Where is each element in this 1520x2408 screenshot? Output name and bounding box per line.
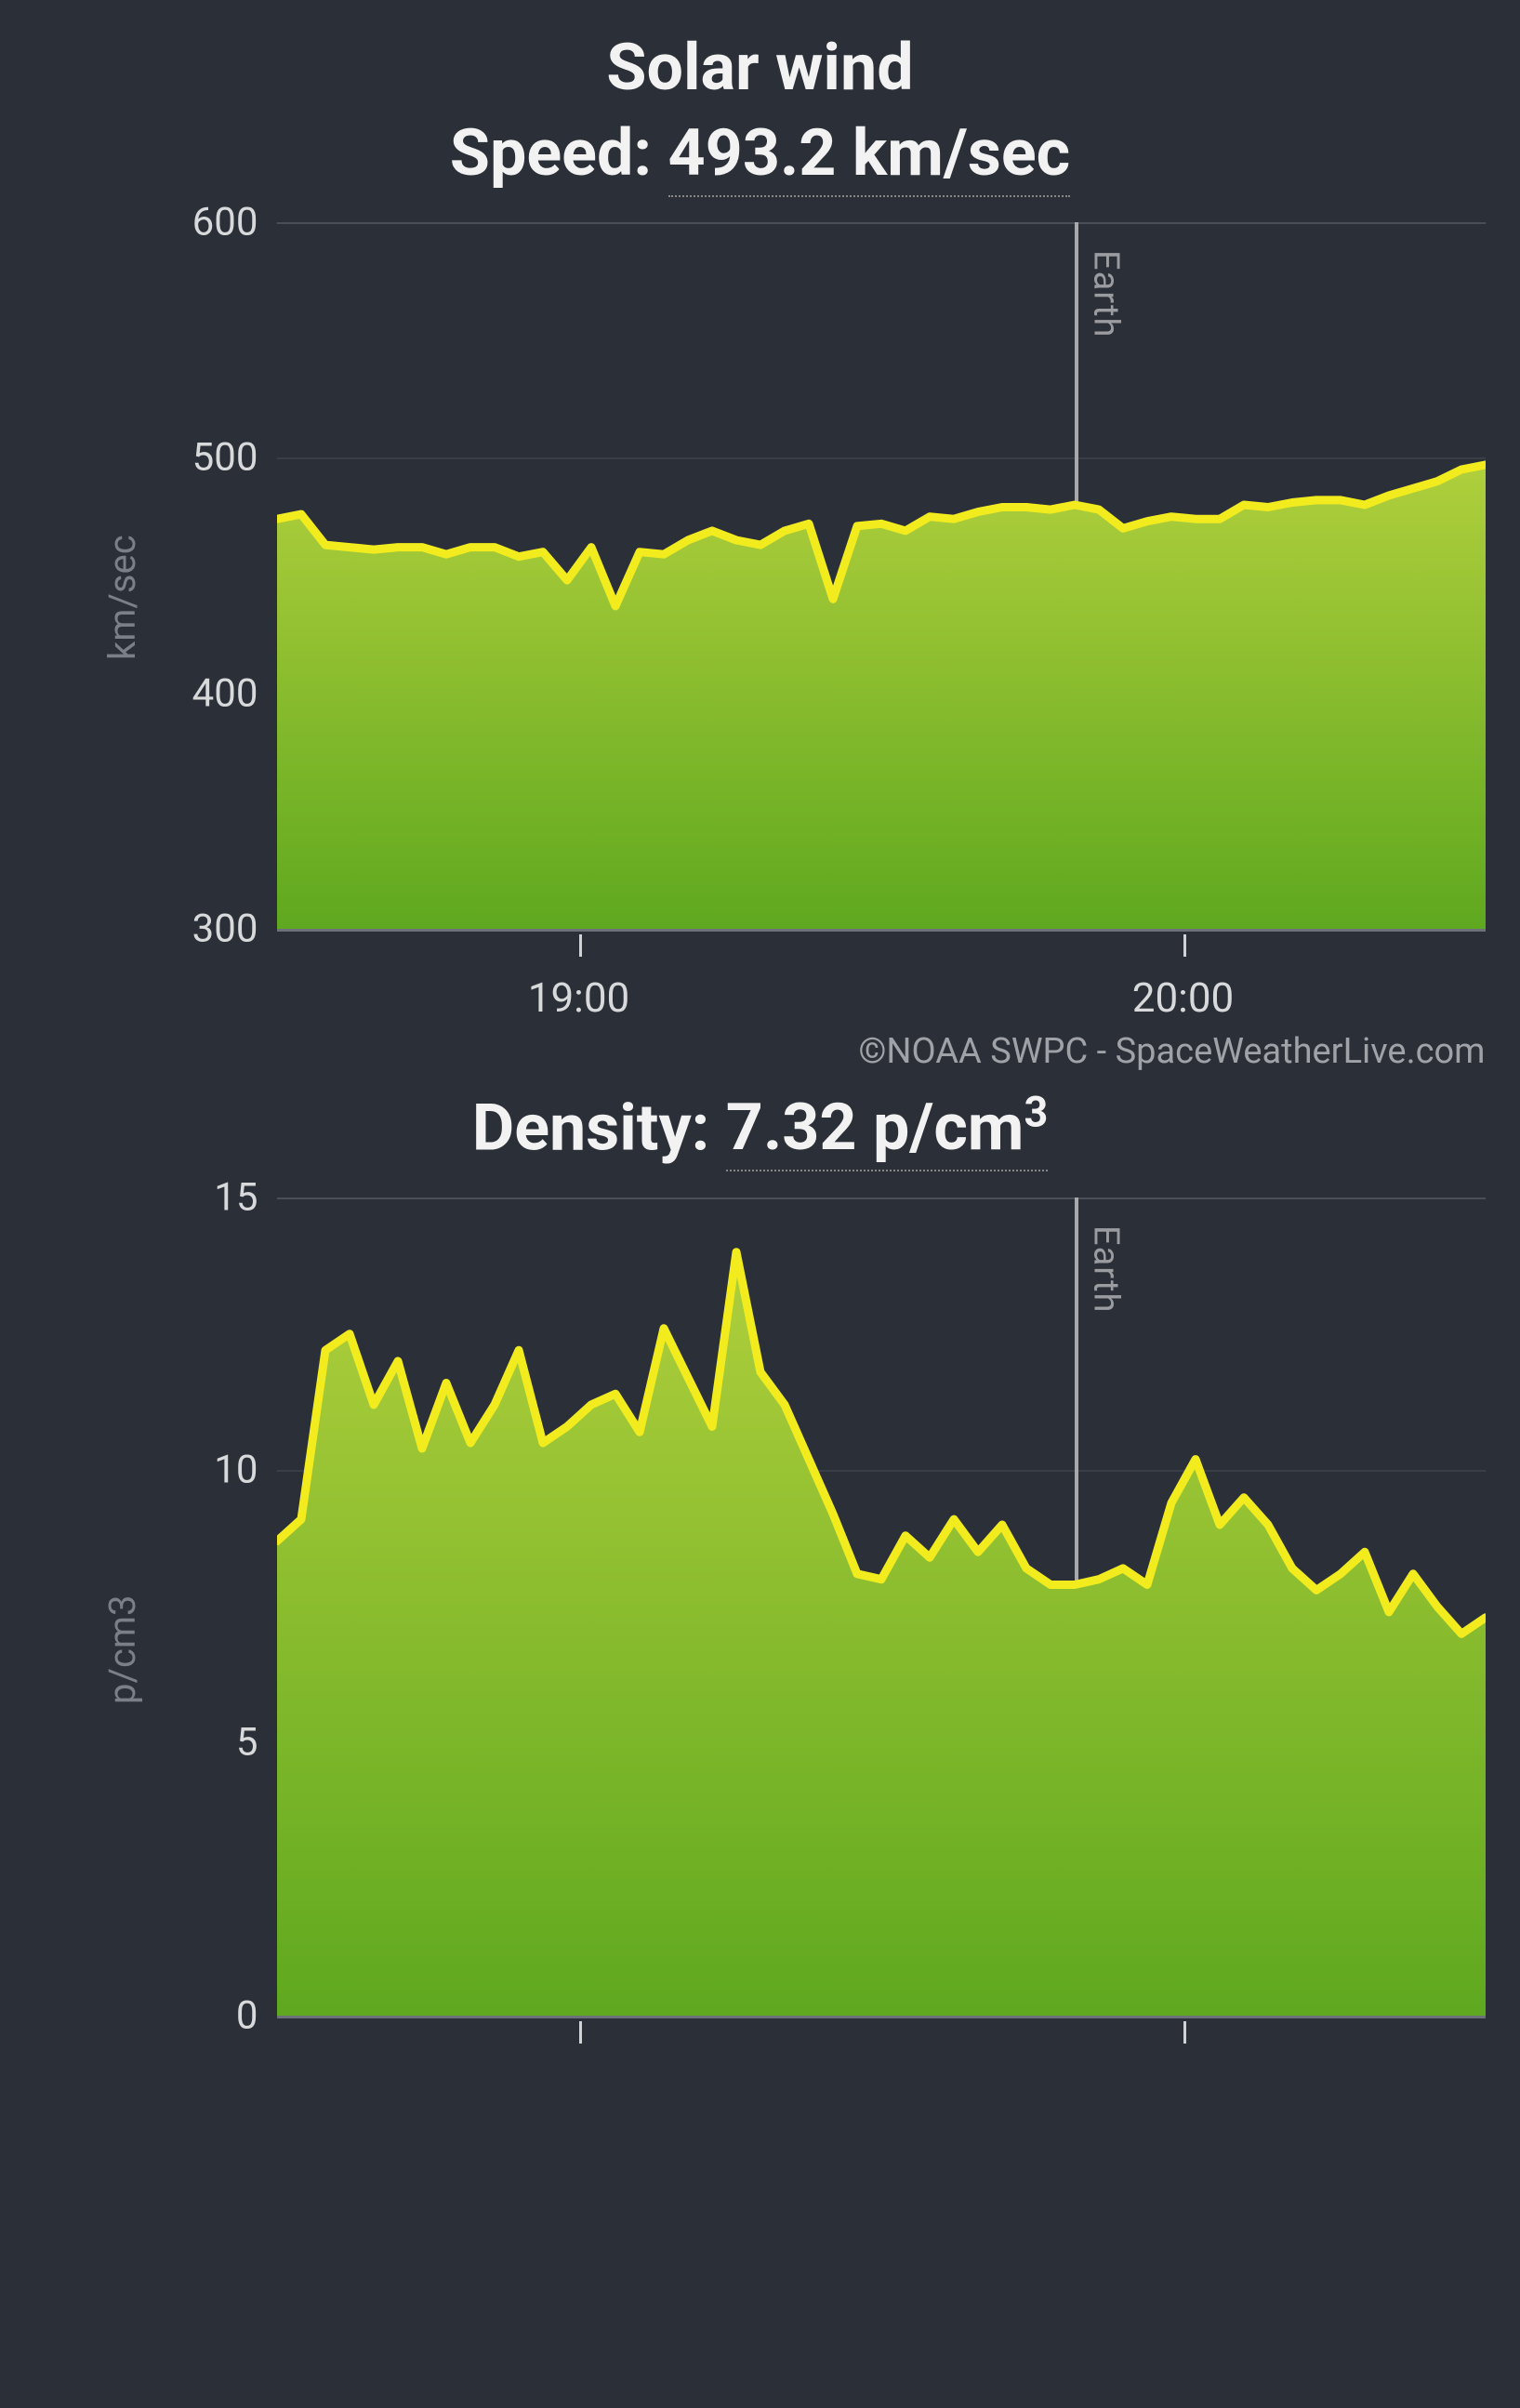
x-tick-mark (1183, 934, 1186, 957)
speed-chart: 300400500600km/secEarth19:0020:00©NOAA S… (35, 222, 1486, 1078)
y-axis-label: p/cm3 (100, 1595, 144, 1704)
x-tick-mark (1183, 2021, 1186, 2044)
plot-svg (277, 222, 1486, 929)
y-tick-label: 400 (73, 670, 258, 716)
chart-area-fill (277, 465, 1486, 929)
x-tick-mark (579, 934, 582, 957)
speed-title-line1: Solar wind (0, 28, 1520, 110)
y-tick-label: 500 (73, 435, 258, 481)
y-tick-label: 300 (73, 906, 258, 952)
plot-svg (277, 1197, 1486, 2016)
x-tick-label: 20:00 (1132, 973, 1235, 1022)
y-tick-label: 15 (73, 1174, 258, 1220)
density-title: Density: 7.32 p/cm3 (0, 1087, 1520, 1170)
y-tick-label: 5 (73, 1720, 258, 1766)
x-tick-mark (579, 2021, 582, 2044)
y-axis-label: km/sec (100, 536, 144, 661)
speed-title-line2: Speed: 493.2 km/sec (0, 113, 1520, 195)
chart-area-fill (277, 1252, 1486, 2016)
charts-container: Solar wind Speed: 493.2 km/sec 300 400 500… (0, 28, 1520, 2053)
y-tick-label: 10 (73, 1448, 258, 1493)
x-tick-label: 19:00 (528, 973, 630, 1022)
density-chart-title: Density: 7.32 p/cm3 (0, 1087, 1520, 1170)
speed-chart-title: Solar wind Speed: 493.2 km/sec (0, 28, 1520, 194)
density-chart: 051015p/cm3Earth (35, 1197, 1486, 2053)
y-tick-label: 0 (73, 1992, 258, 2038)
attribution-text: ©NOAA SWPC - SpaceWeatherLive.com (859, 1031, 1486, 1072)
gridline (277, 929, 1486, 932)
gridline (277, 2016, 1486, 2018)
y-tick-label: 600 (73, 200, 258, 245)
